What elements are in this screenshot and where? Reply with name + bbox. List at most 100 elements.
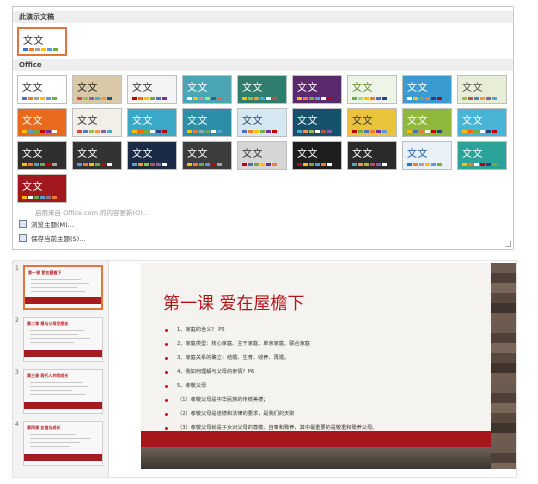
color-swatches <box>462 97 497 100</box>
save-theme-label: 保存当前主题(S)... <box>31 235 86 243</box>
theme-thumb[interactable]: 文文 <box>17 141 67 170</box>
thumb-text: 文文 <box>407 116 428 127</box>
theme-thumb[interactable]: 文文 <box>292 141 342 170</box>
color-swatches <box>407 130 442 133</box>
bullet-item: （2）孝敬父母是道德和法律的要求，是我们的天职 <box>165 409 485 423</box>
slides-area: 1 第一课 爱在屋檐下 2 第二课 想与父母交朋友 3 第三课 两代人共同成长 <box>12 260 517 478</box>
thumb-text: 文文 <box>462 149 483 160</box>
slide-thumb-4[interactable]: 第四课 友谊与成长 <box>23 421 103 466</box>
bullet-item: 3、家庭关系的确立：结婚、生育、收养、再婚。 <box>165 353 485 367</box>
color-swatches <box>22 163 57 166</box>
theme-thumb[interactable]: 文文 <box>72 108 122 137</box>
bullet-item: （1）孝敬父母是中华民族的传统美德； <box>165 395 485 409</box>
slide-thumb-3[interactable]: 第三课 两代人共同成长 <box>23 369 103 414</box>
theme-thumb[interactable]: 文文 <box>292 75 342 104</box>
section-header-current: 此演示文稿 <box>13 11 513 23</box>
color-swatches <box>187 130 222 133</box>
theme-thumb[interactable]: 文文 <box>17 174 67 203</box>
thumb-text: 文文 <box>22 149 43 160</box>
theme-thumb[interactable]: 文文 <box>182 108 232 137</box>
browse-themes-label: 浏览主题(M)... <box>31 221 74 229</box>
section-header-office: Office <box>13 59 513 71</box>
bullet-icon <box>165 371 168 374</box>
color-swatches <box>352 163 387 166</box>
bullet-item: 1、家庭的含义？ P5 <box>165 325 485 339</box>
theme-thumb[interactable]: 文文 <box>457 75 507 104</box>
theme-thumb[interactable]: 文文 <box>347 108 397 137</box>
theme-thumb[interactable]: 文文 <box>127 75 177 104</box>
theme-thumb[interactable]: 文文 <box>347 141 397 170</box>
section-office-themes: Office 文文 文文 文文 文文 文文 文文 文文 文文 文文 文文 文文 文文 文文 文文 文文 文文文… <box>13 59 513 203</box>
thumb-text: 文文 <box>407 149 428 160</box>
color-swatches <box>242 97 277 100</box>
slide-thumb-title: 第一课 爱在屋檐下 <box>28 270 62 275</box>
thumb-text: 文文 <box>77 149 98 160</box>
slide-thumb-title: 第三课 两代人共同成长 <box>27 373 69 378</box>
theme-thumb[interactable]: 文文 <box>17 75 67 104</box>
slide-bottom-band <box>141 447 491 469</box>
theme-thumb[interactable]: 文文 <box>127 108 177 137</box>
theme-thumb[interactable]: 文文 <box>292 108 342 137</box>
color-swatches <box>352 97 387 100</box>
color-swatches <box>242 163 277 166</box>
thumb-text: 文文 <box>132 149 153 160</box>
thumb-text: 文文 <box>132 116 153 127</box>
color-swatches <box>77 97 112 100</box>
color-swatches <box>297 130 332 133</box>
slide-thumb-title: 第四课 友谊与成长 <box>27 425 61 430</box>
theme-thumb[interactable]: 文文 <box>402 141 452 170</box>
bullet-icon <box>165 427 168 430</box>
slide-red-band <box>141 431 491 447</box>
theme-thumb[interactable]: 文文 <box>237 141 287 170</box>
bullet-icon <box>165 329 168 332</box>
theme-thumb[interactable]: 文文 <box>237 108 287 137</box>
bullet-item: 2、家庭类型：核心家庭、主干家庭、单亲家庭、联合家庭 <box>165 339 485 353</box>
color-swatches <box>462 163 497 166</box>
color-swatches <box>407 97 442 100</box>
bullet-item: 4、我如何理解与父母的亲情？P6 <box>165 367 485 381</box>
theme-thumb-current[interactable]: 文文 <box>17 27 67 56</box>
theme-thumb[interactable]: 文文 <box>182 141 232 170</box>
resize-grip[interactable] <box>505 241 511 247</box>
slide-thumb-2[interactable]: 第二课 想与父母交朋友 <box>23 317 103 362</box>
slide-number: 3 <box>15 369 19 376</box>
color-swatches <box>297 97 332 100</box>
browse-themes-menu-item[interactable]: 浏览主题(M)... <box>19 219 74 229</box>
browse-icon <box>19 220 27 228</box>
theme-thumb[interactable]: 文文 <box>72 141 122 170</box>
bullet-icon <box>165 357 168 360</box>
theme-thumb[interactable]: 文文 <box>237 75 287 104</box>
thumb-text: 文文 <box>22 182 43 193</box>
thumb-text: 文文 <box>352 116 373 127</box>
theme-thumb[interactable]: 文文 <box>17 108 67 137</box>
color-swatches <box>23 48 58 51</box>
color-swatches <box>77 130 112 133</box>
thumb-text: 文文 <box>187 116 208 127</box>
main-slide-canvas[interactable]: 第一课 爱在屋檐下 1、家庭的含义？ P5 2、家庭类型：核心家庭、主干家庭、单亲… <box>141 263 491 469</box>
theme-thumb[interactable]: 文文 <box>402 108 452 137</box>
bullet-text: 3、家庭关系的确立：结婚、生育、收养、再婚。 <box>177 355 290 361</box>
slide-title[interactable]: 第一课 爱在屋檐下 <box>163 289 304 314</box>
thumb-text: 文文 <box>22 83 43 94</box>
theme-thumb[interactable]: 文文 <box>457 141 507 170</box>
slide-thumb-1[interactable]: 第一课 爱在屋檐下 <box>23 265 103 310</box>
theme-thumb[interactable]: 文文 <box>127 141 177 170</box>
theme-thumb[interactable]: 文文 <box>72 75 122 104</box>
thumb-text: 文文 <box>407 83 428 94</box>
theme-thumb[interactable]: 文文 <box>347 75 397 104</box>
thumb-text: 文文 <box>352 149 373 160</box>
thumb-text: 文文 <box>242 83 263 94</box>
color-swatches <box>77 163 112 166</box>
theme-thumb[interactable]: 文文 <box>457 108 507 137</box>
thumb-text: 文文 <box>297 116 318 127</box>
color-swatches <box>132 130 167 133</box>
save-icon <box>19 234 27 242</box>
thumb-text: 文文 <box>23 36 44 47</box>
theme-thumb[interactable]: 文文 <box>182 75 232 104</box>
save-theme-menu-item[interactable]: 保存当前主题(S)... <box>19 233 85 243</box>
thumb-text: 文文 <box>77 116 98 127</box>
bullet-text: 5、孝敬父母 <box>177 383 207 389</box>
thumb-text: 文文 <box>132 83 153 94</box>
theme-thumb[interactable]: 文文 <box>402 75 452 104</box>
color-swatches <box>22 196 57 199</box>
